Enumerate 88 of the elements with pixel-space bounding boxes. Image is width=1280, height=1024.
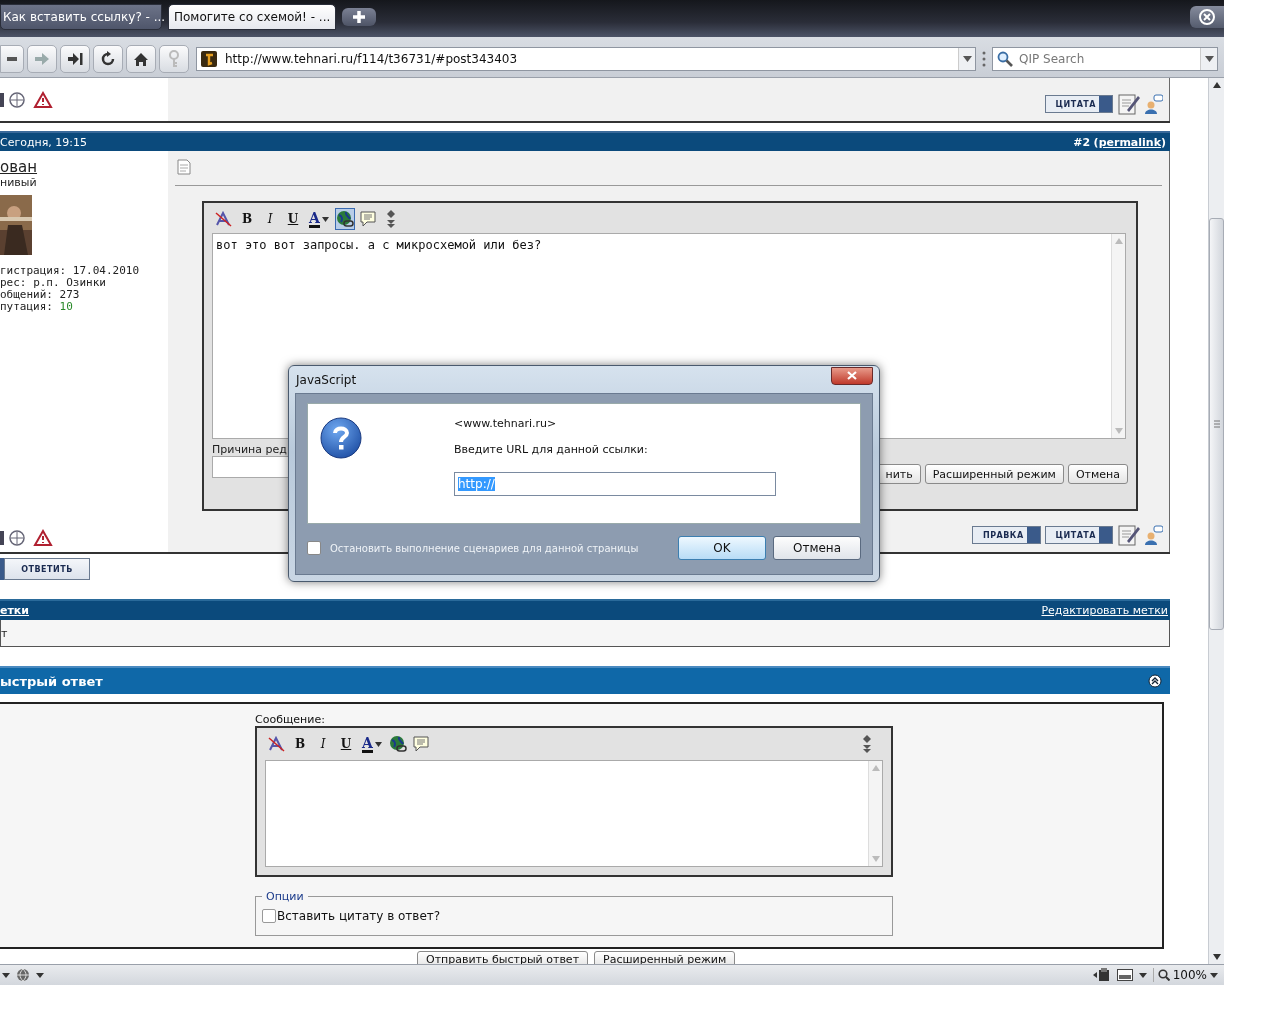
post-number-link[interactable]: #2 [1073,135,1091,149]
dialog-title: JavaScript [296,372,357,387]
editor-button[interactable]: Отмена [1067,464,1128,484]
help-icon [320,417,362,459]
tags-link[interactable]: етки [0,604,29,617]
reload-button[interactable] [93,45,123,73]
dialog-button[interactable]: OK [678,536,766,560]
close-icon [847,371,857,380]
globe-icon[interactable] [16,968,30,982]
reason-label: Причина ред [212,443,287,456]
dialog-prompt: Введите URL для данной ссылки: [454,443,649,456]
tags-text: т [1,626,8,640]
dropdown-arrow-icon [1210,972,1218,978]
post-header: Сегодня, 19:15 #2 (permalink) [0,131,1170,151]
author-link[interactable]: ован [0,159,168,176]
user-chat-icon[interactable] [1145,94,1163,114]
bold-button[interactable]: B [290,733,310,755]
checkbox[interactable] [262,909,276,923]
user-stat: рес: р.п. Озинки [0,277,107,289]
resize-arrows-icon [863,735,871,753]
reload-icon [100,51,116,67]
edit-document-icon[interactable] [1117,93,1141,115]
permalink-link[interactable]: (permalink) [1093,135,1166,149]
underline-button[interactable]: U [283,208,303,230]
document-icon [177,159,191,175]
site-icon [201,51,217,67]
page-scrollbar[interactable] [1208,78,1224,964]
edit-document-icon[interactable] [1117,524,1141,546]
bold-button[interactable]: B [237,208,257,230]
user-chat-icon[interactable] [1145,525,1163,545]
search-icon [997,51,1013,67]
collapse-icon[interactable] [1148,674,1162,688]
close-button[interactable] [831,366,873,385]
dropdown-arrow-icon[interactable] [2,972,10,978]
forward-arrow-icon [34,52,50,66]
insert-link-button[interactable] [387,733,408,755]
dropdown-arrow-icon[interactable] [36,972,44,978]
quick-reply-header: ыстрый ответ [0,666,1170,694]
key-icon [168,50,180,68]
reply-button[interactable]: ОТВЕТИТЬ [4,558,90,580]
user-rank: нивый [0,176,38,189]
panel-toggle-icon[interactable] [1092,968,1111,982]
italic-button[interactable]: I [260,208,280,230]
browser-tab[interactable]: Как вставить ссылку? - ... [0,4,162,30]
scroll-up-icon[interactable] [1212,82,1221,88]
home-button[interactable] [126,45,156,73]
post-action-button[interactable]: ЦИТАТА [1044,526,1113,544]
dialog-origin: <www.tehnari.ru> [454,417,558,430]
skip-icon [67,52,83,66]
quote-button[interactable]: ЦИТАТА [1044,95,1113,113]
font-color-button[interactable]: A [306,208,332,230]
new-tab-button[interactable] [342,8,376,26]
dropdown-arrow-icon[interactable] [1138,972,1147,978]
search-box[interactable]: QIP Search [992,47,1218,71]
user-stat: путация: 10 [0,301,74,313]
close-tab-button[interactable] [1190,6,1224,28]
edit-tags-link[interactable]: Редактировать метки [1041,604,1168,617]
italic-button[interactable]: I [313,733,333,755]
font-color-button[interactable]: A [359,733,385,755]
insert-link-button[interactable] [334,208,355,230]
editor-button[interactable]: Расширенный режим [924,464,1064,484]
address-field[interactable]: http://www.tehnari.ru/f114/t36731/#post343403 [196,47,976,71]
fast-forward-button[interactable] [60,45,90,73]
scroll-down-icon[interactable] [1212,954,1221,960]
browser-tab[interactable]: Помогите со схемой! - ... [168,4,336,30]
back-button[interactable] [0,45,24,73]
checkbox-label[interactable]: Вставить цитату в ответ? [277,909,441,923]
message-label: Сообщение: [255,713,326,726]
search-field[interactable]: QIP Search [1017,51,1196,67]
user-stat: общений: 273 [0,289,81,301]
dialog-button[interactable]: Отмена [773,536,861,560]
scroll-thumb[interactable] [1209,218,1224,630]
options-legend: Опции [262,890,308,903]
zoom-control[interactable]: 100% [1152,968,1218,982]
caret-icon [321,216,329,222]
search-icon [1157,969,1170,981]
home-icon [133,51,149,67]
checkbox[interactable] [307,541,321,555]
underline-button[interactable]: U [336,733,356,755]
plus-icon [352,10,366,24]
window-icon[interactable] [1116,969,1133,981]
close-icon [1198,8,1216,26]
grip-icon [1213,420,1220,428]
post-action-button[interactable]: ПРАВКА [972,526,1041,544]
caret-icon [374,741,382,747]
resize-arrows-icon [386,210,395,228]
user-stat: гистрация: 17.04.2010 [0,265,141,277]
grip-icon [982,51,986,67]
